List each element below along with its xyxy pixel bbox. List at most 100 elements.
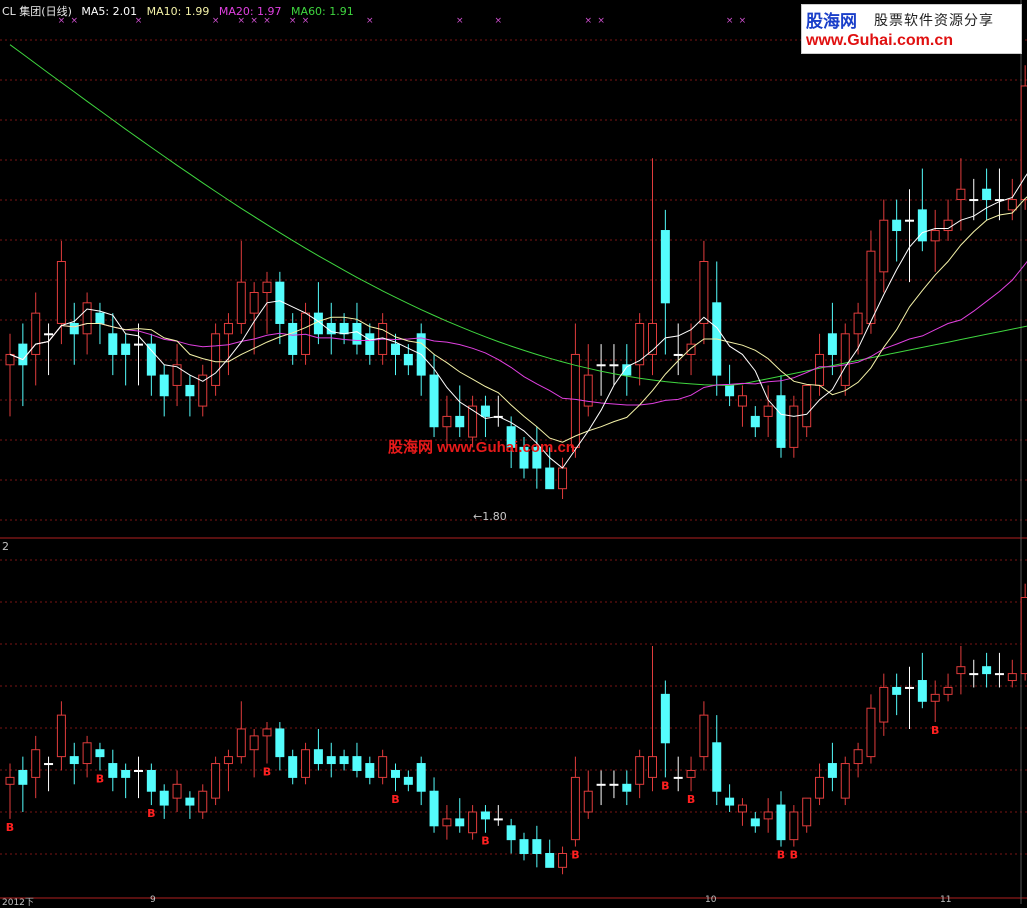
buy-signal-label: B (687, 793, 695, 806)
sub-candle-down (532, 839, 542, 854)
main-candle-down (660, 230, 670, 304)
logo-slogan: 股票软件资源分享 (874, 13, 994, 29)
sub-candle-up (442, 818, 452, 827)
ma60-value: MA60: 1.91 (291, 5, 354, 18)
main-candle-down (725, 384, 735, 397)
sub-candle-up (866, 707, 876, 758)
sub-candle-up (5, 776, 15, 785)
buy-signal-label: B (777, 849, 785, 862)
main-candle-down (776, 395, 786, 448)
watermark: 股海网 www.Guhai.com.cn (388, 439, 575, 456)
main-candle-down (18, 343, 28, 366)
buy-signal-label: B (790, 849, 798, 862)
main-candle-up (763, 405, 773, 417)
sub-candle-up (223, 756, 233, 765)
main-candle-down (69, 322, 79, 335)
signal-x-mark: × (495, 16, 503, 26)
sub-candle-down (712, 742, 722, 792)
sub-candle-flat (994, 673, 1004, 676)
ma10-value: MA10: 1.99 (146, 5, 210, 18)
main-candle-up (930, 230, 940, 242)
main-candle-down (750, 415, 760, 428)
ma20-value: MA20: 1.97 (218, 5, 282, 18)
main-candle-up (301, 312, 311, 355)
sub-candle-down (506, 825, 516, 841)
main-candle-flat (609, 364, 619, 367)
sub-candle-up (943, 686, 953, 695)
main-candle-down (403, 353, 413, 366)
sub-candle-up (1007, 673, 1017, 682)
sub-candle-down (545, 852, 555, 868)
main-candle-up (853, 312, 863, 335)
sub-candle-up (236, 728, 246, 758)
sub-candle-down (917, 680, 927, 702)
main-candle-up (56, 261, 66, 324)
ma5-value: MA5: 2.01 (81, 5, 138, 18)
buy-signal-label: B (391, 793, 399, 806)
sub-candle-up (815, 776, 825, 799)
low-price-value: 1.80 (482, 510, 507, 523)
sub-candle-up (956, 666, 966, 675)
sub-candle-down (275, 728, 285, 758)
sub-candle-down (159, 790, 169, 806)
main-candle-up (558, 467, 568, 490)
sub-candle-down (18, 769, 28, 785)
sub-candle-up (82, 742, 92, 765)
sub-candle-down (622, 783, 632, 792)
buy-signal-label: B (481, 835, 489, 848)
sub-candle-flat (673, 776, 683, 779)
logo-name: 股海网 (806, 12, 857, 32)
sub-candle-flat (44, 763, 54, 766)
sub-candle-down (108, 763, 118, 778)
main-candle-up (737, 395, 747, 407)
sub-candle-down (339, 756, 349, 765)
main-candle-flat (134, 343, 143, 346)
sub-candle-up (56, 714, 66, 758)
sub-candle-down (95, 749, 105, 758)
stock-title: CL 集团(日线) (2, 5, 72, 18)
main-candle-flat (969, 199, 979, 202)
sub-candle-down (352, 756, 362, 771)
main-candle-down (121, 343, 131, 355)
ma60-line (9, 44, 1027, 386)
sub-candle-down (750, 818, 760, 827)
signal-x-mark: × (597, 16, 605, 26)
main-candle-down (95, 312, 105, 324)
main-candle-up (1007, 199, 1017, 211)
main-candle-up (840, 333, 850, 386)
main-candle-flat (905, 219, 914, 222)
main-candle-down (146, 343, 156, 376)
sub-candle-down (69, 756, 79, 765)
sub-candle-up (737, 804, 747, 813)
main-candle-down (159, 374, 169, 397)
sub-candle-down (429, 790, 439, 827)
sub-candle-down (326, 756, 336, 765)
sub-candle-up (763, 811, 773, 820)
signal-x-mark: × (726, 16, 734, 26)
site-logo: 股海网 股票软件资源分享 www.Guhai.com.cn (801, 4, 1022, 54)
main-candle-down (827, 333, 837, 355)
main-candle-up (211, 333, 221, 386)
main-candle-up (82, 302, 92, 335)
main-candle-up (570, 353, 580, 448)
sub-candle-down (416, 763, 426, 792)
sub-candle-up (789, 811, 799, 841)
sub-candle-up (853, 749, 863, 765)
main-candle-down (288, 322, 298, 355)
main-candle-up (956, 188, 966, 201)
main-candle-down (545, 467, 555, 490)
sub-candle-up (172, 783, 182, 799)
buy-signal-label: B (931, 724, 939, 737)
low-price-label: ←1.80 (473, 510, 507, 523)
sub-candle-down (313, 749, 323, 765)
sub-candle-up (1020, 597, 1027, 675)
sub-candle-up (301, 749, 311, 778)
sub-candle-flat (596, 783, 606, 786)
main-candle-down (275, 281, 285, 324)
main-candle-up (442, 415, 452, 428)
sub-candle-flat (969, 673, 979, 676)
sub-candle-up (802, 797, 812, 827)
sub-candle-up (879, 686, 889, 723)
sub-candle-down (185, 797, 195, 806)
main-candle-down (365, 333, 375, 355)
